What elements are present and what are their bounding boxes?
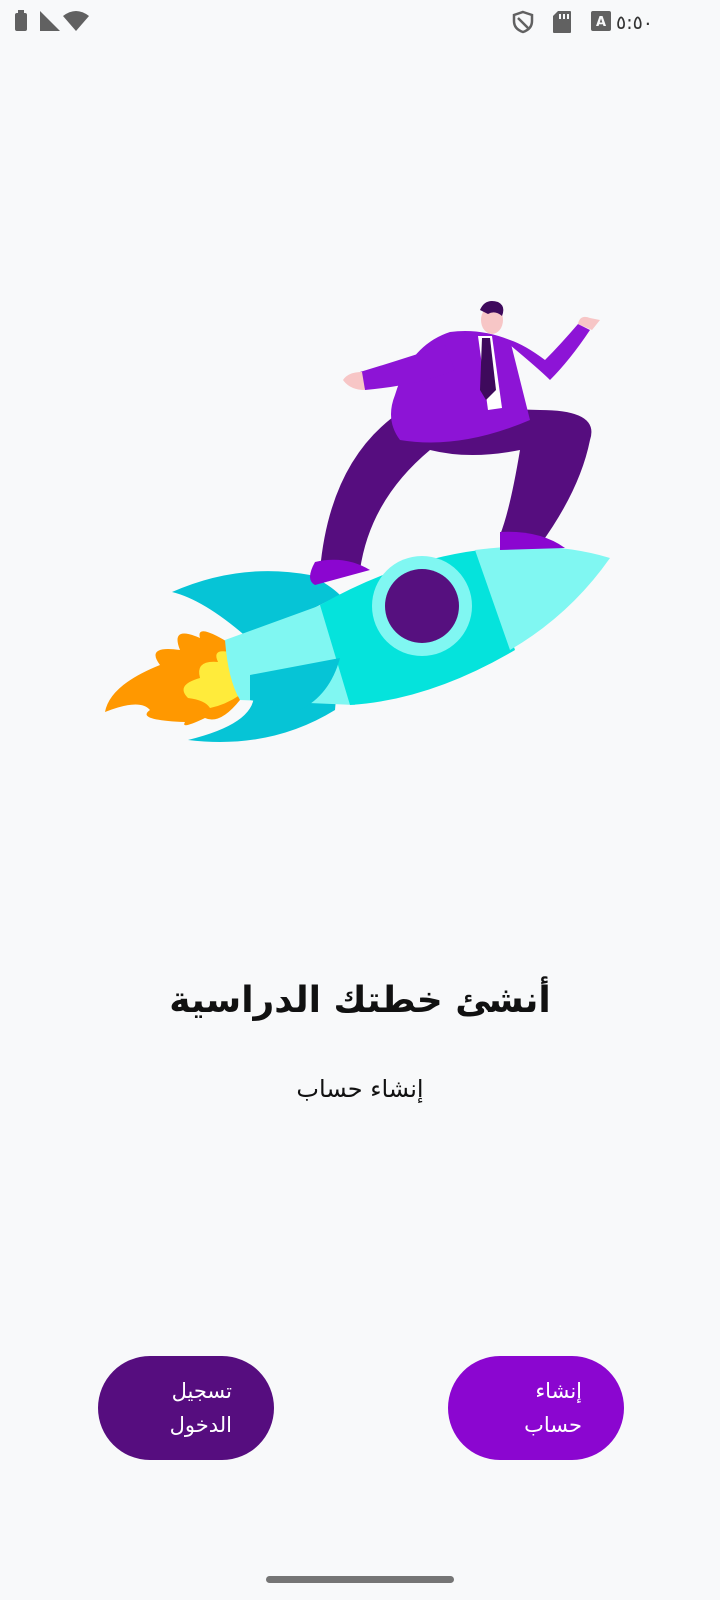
flame-icon [105,631,240,726]
status-time: ٥:٥٠ [616,12,654,34]
rocket-businessman-illustration [105,301,610,742]
home-indicator[interactable] [266,1576,454,1583]
businessman-jacket [391,331,530,443]
sd-card-icon [553,11,571,33]
keyboard-a-icon: A [591,11,611,31]
signal-icon [40,11,60,31]
wifi-icon [63,11,89,31]
svg-text:A: A [596,15,606,30]
shield-icon [512,10,534,34]
businessman-arm-right [510,324,590,380]
businessman-shoe-right [500,531,565,550]
create-account-button[interactable]: إنشاء حساب [448,1356,624,1460]
businessman-hand-left [343,372,365,390]
page-title: أنشئ خطتك الدراسية [169,980,551,1021]
rocket-window [385,569,459,643]
login-button[interactable]: تسجيل الدخول [98,1356,274,1460]
page-subtitle: إنشاء حساب [296,1075,424,1103]
battery-icon [15,10,27,31]
status-bar: A ٥:٥٠ [0,0,720,46]
